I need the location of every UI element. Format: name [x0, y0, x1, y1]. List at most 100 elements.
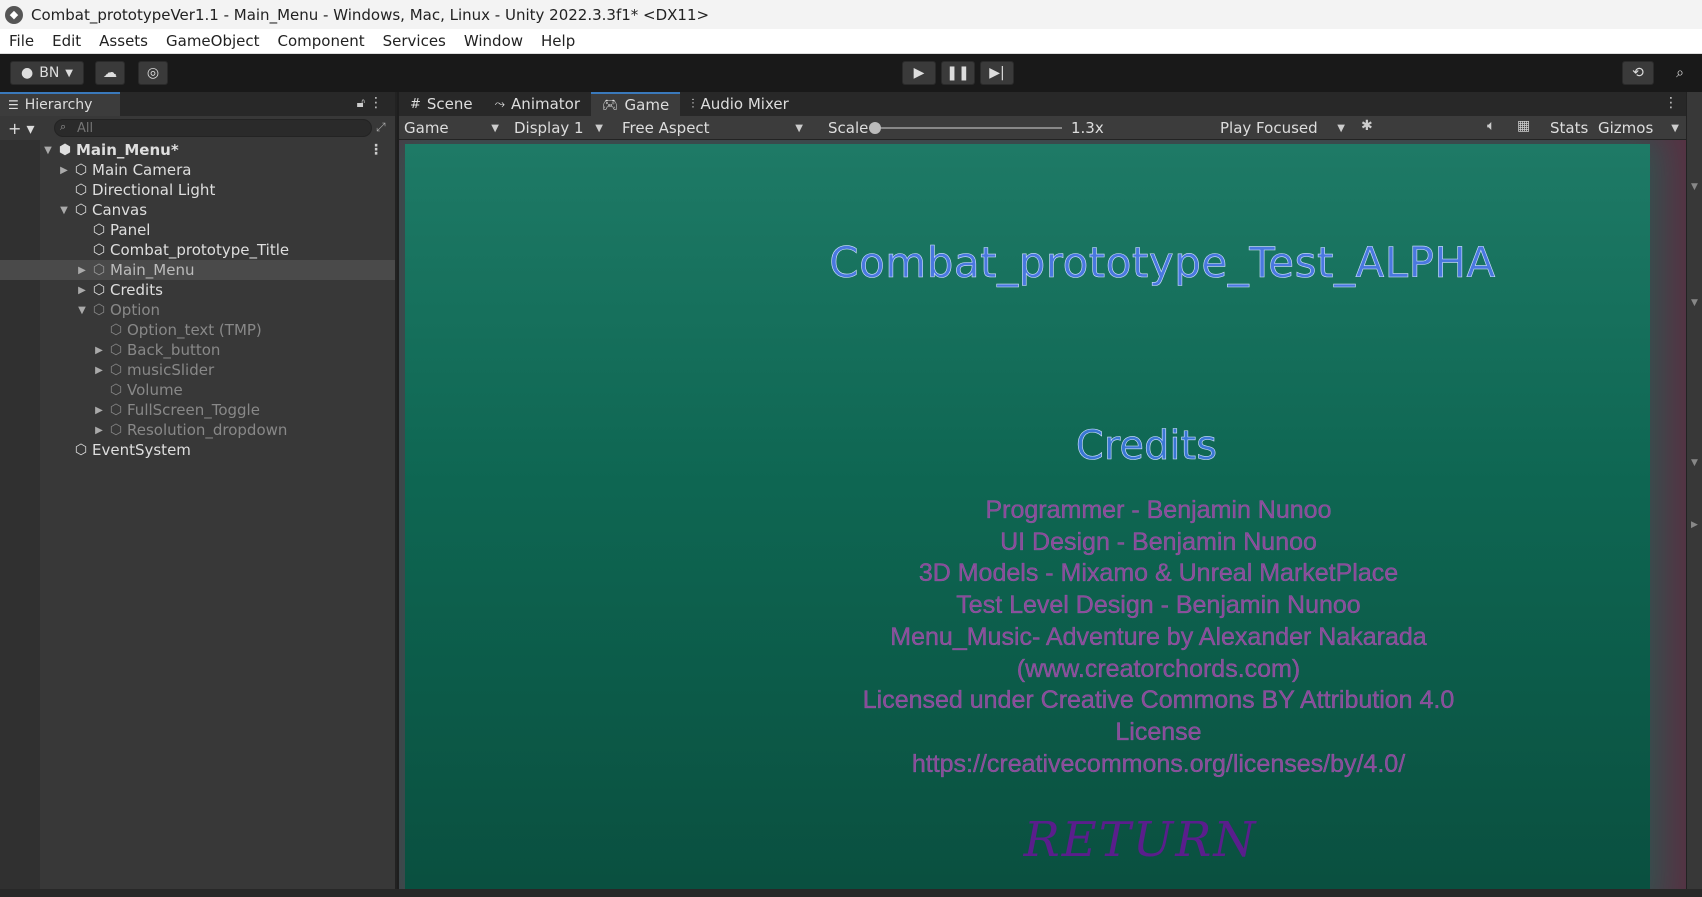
menu-window[interactable]: Window [455, 32, 532, 50]
list-item[interactable]: ▶ ⬡ musicSlider [0, 360, 395, 380]
grid-overlay-icon[interactable]: ▦ [1517, 118, 1530, 134]
stats-button[interactable]: Stats [1545, 116, 1591, 140]
tab-animator[interactable]: ⤳ Animator [484, 92, 591, 116]
scale-label: Scale [828, 119, 869, 137]
list-item[interactable]: ⬡ Directional Light [0, 180, 395, 200]
gameobject-icon: ⬡ [109, 342, 123, 358]
expand-arrow-icon[interactable]: ▶ [56, 165, 72, 176]
credit-line: Programmer - Benjamin Nunoo [985, 496, 1332, 524]
inspector-edge-strip: ▼ ▼ ▼ ▶ [1686, 92, 1702, 889]
expand-arrow-icon[interactable]: ▶ [91, 365, 107, 376]
list-item[interactable]: ▼ ⬢ Main_Menu* ⋮ [0, 140, 395, 160]
menu-gameobject[interactable]: GameObject [157, 32, 269, 50]
return-button[interactable]: RETURN [399, 812, 1686, 868]
view-tab-bar: # Scene ⤳ Animator 🎮︎ Game ⫶ Audio Mixer… [399, 92, 1686, 116]
expand-icon[interactable]: ⤢ [376, 120, 386, 135]
gameobject-icon: ⬡ [92, 262, 106, 278]
speaker-icon[interactable]: 🔈︎ [1487, 118, 1495, 134]
expand-arrow-icon[interactable]: ▶ [1691, 520, 1698, 530]
lock-icon[interactable]: 🔓︎ [357, 96, 365, 111]
collapse-arrow-icon[interactable]: ▼ [74, 305, 90, 316]
tab-game[interactable]: 🎮︎ Game [591, 92, 681, 116]
menu-edit[interactable]: Edit [43, 32, 90, 50]
history-icon[interactable]: ⟲ [1622, 61, 1654, 85]
menu-services[interactable]: Services [374, 32, 455, 50]
list-item[interactable]: ▶ ⬡ Resolution_dropdown [0, 420, 395, 440]
kebab-menu-icon[interactable]: ⋮ [1664, 95, 1678, 111]
list-item[interactable]: ▼ ⬡ Canvas [0, 200, 395, 220]
credit-line: Licensed under Creative Commons BY Attri… [862, 686, 1455, 715]
expand-arrow-icon[interactable]: ▶ [74, 265, 90, 276]
chevron-down-icon: ▼ [491, 122, 499, 134]
chevron-down-icon: ▼ [1671, 122, 1679, 134]
cloud-icon[interactable]: ☁ [95, 61, 125, 85]
gizmos-dropdown[interactable]: Gizmos ▼ [1593, 116, 1685, 140]
expand-arrow-icon[interactable]: ▶ [91, 345, 107, 356]
add-dropdown-button[interactable]: + ▾ [8, 119, 42, 138]
list-item[interactable]: ▶ ⬡ Back_button [0, 340, 395, 360]
list-item[interactable]: ▶ ⬡ Main Camera [0, 160, 395, 180]
aspect-dropdown[interactable]: Free Aspect ▼ [617, 116, 809, 140]
collapse-arrow-icon[interactable]: ▼ [1691, 182, 1698, 192]
credit-line: 3D Models - Mixamo & Unreal MarketPlace [918, 559, 1399, 588]
gameobject-icon: ⬡ [74, 182, 88, 198]
expand-arrow-icon[interactable]: ▶ [74, 285, 90, 296]
list-item[interactable]: ▼ ⬡ Option [0, 300, 395, 320]
collab-icon[interactable]: ◎ [138, 61, 168, 85]
list-item[interactable]: ⬡ Volume [0, 380, 395, 400]
bottom-tab-bar [0, 889, 1702, 897]
menu-file[interactable]: File [0, 32, 43, 50]
main-toolbar: ● BN ▼ ☁ ◎ ▶ ❚❚ ▶| ⟲ ⌕ [0, 54, 1702, 92]
collapse-arrow-icon[interactable]: ▼ [40, 145, 56, 156]
gameobject-icon: ⬡ [92, 302, 106, 318]
grid-icon: # [410, 96, 421, 112]
collapse-arrow-icon[interactable]: ▼ [1691, 298, 1698, 308]
tab-hierarchy[interactable]: ☰ Hierarchy [0, 92, 120, 116]
collapse-arrow-icon[interactable]: ▼ [1691, 458, 1698, 468]
play-mode-dropdown[interactable]: Play Focused ▼ [1215, 116, 1351, 140]
kebab-menu-icon[interactable]: ⋮ [369, 95, 383, 111]
game-viewport[interactable]: Combat_prototype_Test_ALPHA Credits Prog… [399, 140, 1686, 889]
pause-button[interactable]: ❚❚ [941, 61, 975, 85]
search-icon: ⌕ [60, 120, 67, 133]
gameobject-icon: ⬡ [109, 382, 123, 398]
menu-help[interactable]: Help [532, 32, 584, 50]
list-item[interactable]: ⬡ Panel [0, 220, 395, 240]
play-button[interactable]: ▶ [902, 61, 936, 85]
hierarchy-tree: ▼ ⬢ Main_Menu* ⋮ ▶ ⬡ Main Camera ⬡ Direc… [0, 140, 395, 460]
hierarchy-search-input[interactable] [54, 119, 372, 137]
gameobject-icon: ⬡ [109, 362, 123, 378]
game-mode-dropdown[interactable]: Game ▼ [399, 116, 505, 140]
gameobject-icon: ⬡ [74, 442, 88, 458]
hierarchy-search-bar: + ▾ ⌕ ⤢ [0, 116, 395, 140]
expand-arrow-icon[interactable]: ▶ [91, 405, 107, 416]
scale-slider-handle[interactable] [869, 122, 881, 134]
step-button[interactable]: ▶| [980, 61, 1014, 85]
collapse-arrow-icon[interactable]: ▼ [56, 205, 72, 216]
account-dropdown[interactable]: ● BN ▼ [10, 61, 84, 85]
list-item[interactable]: ▶ ⬡ Main_Menu [0, 260, 395, 280]
bug-icon[interactable]: ✱ [1361, 118, 1373, 134]
menu-component[interactable]: Component [269, 32, 374, 50]
window-title: Combat_prototypeVer1.1 - Main_Menu - Win… [31, 5, 710, 24]
expand-arrow-icon[interactable]: ▶ [91, 425, 107, 436]
list-item[interactable]: ⬡ EventSystem [0, 440, 395, 460]
gameobject-icon: ⬡ [109, 422, 123, 438]
scale-slider-track[interactable] [874, 127, 1062, 129]
list-item[interactable]: ▶ ⬡ FullScreen_Toggle [0, 400, 395, 420]
gameobject-icon: ⬡ [92, 242, 106, 258]
gameobject-icon: ⬡ [92, 282, 106, 298]
list-item[interactable]: ⬡ Option_text (TMP) [0, 320, 395, 340]
list-item[interactable]: ⬡ Combat_prototype_Title [0, 240, 395, 260]
list-item[interactable]: ▶ ⬡ Credits [0, 280, 395, 300]
credit-line: License [1115, 717, 1202, 746]
credit-line: Test Level Design - Benjamin Nunoo [956, 591, 1361, 620]
display-dropdown[interactable]: Display 1 ▼ [509, 116, 609, 140]
menu-assets[interactable]: Assets [90, 32, 157, 50]
chevron-down-icon: ▼ [795, 122, 803, 134]
tab-audio-mixer[interactable]: ⫶ Audio Mixer [680, 92, 800, 116]
credits-heading: Credits [1075, 423, 1218, 470]
kebab-menu-icon[interactable]: ⋮ [369, 142, 383, 158]
search-icon[interactable]: ⌕ [1664, 61, 1696, 85]
tab-scene[interactable]: # Scene [399, 92, 484, 116]
